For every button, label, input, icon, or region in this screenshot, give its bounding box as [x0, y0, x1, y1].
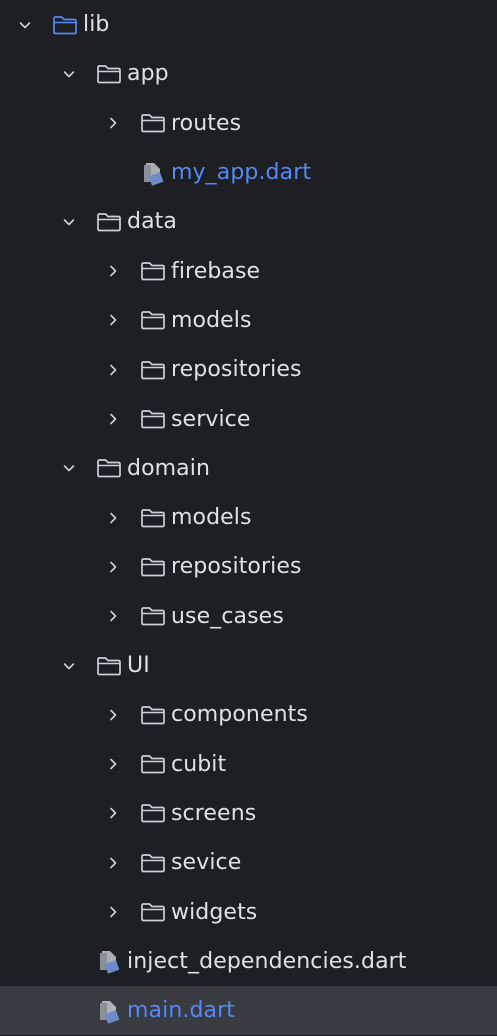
- folder-icon: [138, 355, 168, 385]
- tree-item-label: screens: [171, 800, 257, 826]
- tree-folder-row[interactable]: models: [0, 296, 497, 345]
- folder-icon: [138, 897, 168, 927]
- chevron-right-icon[interactable]: [102, 112, 124, 134]
- folder-icon: [138, 848, 168, 878]
- tree-folder-row[interactable]: cubit: [0, 740, 497, 789]
- folder-icon: [138, 601, 168, 631]
- tree-item-label: main.dart: [127, 998, 235, 1024]
- tree-item-label: inject_dependencies.dart: [127, 948, 407, 974]
- folder-icon: [138, 108, 168, 138]
- folder-icon: [138, 552, 168, 582]
- tree-folder-row[interactable]: repositories: [0, 542, 497, 591]
- chevron-right-icon[interactable]: [102, 260, 124, 282]
- tree-file-row[interactable]: main.dart: [0, 986, 497, 1036]
- tree-item-label: models: [171, 307, 252, 333]
- tree-item-label: cubit: [171, 751, 227, 777]
- folder-icon: [138, 305, 168, 335]
- tree-item-label: widgets: [171, 899, 258, 925]
- dart-file-icon: [94, 996, 124, 1026]
- tree-folder-row[interactable]: repositories: [0, 345, 497, 394]
- folder-icon: [138, 749, 168, 779]
- tree-folder-row[interactable]: domain: [0, 444, 497, 493]
- tree-folder-row[interactable]: routes: [0, 99, 497, 148]
- tree-folder-row[interactable]: components: [0, 690, 497, 739]
- chevron-right-icon[interactable]: [102, 556, 124, 578]
- tree-folder-row[interactable]: service: [0, 394, 497, 443]
- tree-folder-row[interactable]: app: [0, 49, 497, 98]
- chevron-down-icon[interactable]: [14, 14, 36, 36]
- tree-folder-row[interactable]: models: [0, 493, 497, 542]
- folder-icon: [94, 453, 124, 483]
- folder-icon: [94, 59, 124, 89]
- tree-item-label: models: [171, 505, 252, 531]
- tree-folder-row[interactable]: lib: [0, 0, 497, 49]
- tree-file-row[interactable]: my_app.dart: [0, 148, 497, 197]
- folder-icon: [138, 798, 168, 828]
- tree-folder-row[interactable]: firebase: [0, 247, 497, 296]
- chevron-right-icon[interactable]: [102, 852, 124, 874]
- tree-item-label: components: [171, 702, 308, 728]
- chevron-right-icon[interactable]: [102, 507, 124, 529]
- tree-folder-row[interactable]: widgets: [0, 887, 497, 936]
- chevron-right-icon[interactable]: [102, 901, 124, 923]
- chevron-down-icon[interactable]: [58, 211, 80, 233]
- chevron-down-icon[interactable]: [58, 63, 80, 85]
- tree-item-label: routes: [171, 110, 242, 136]
- tree-item-label: my_app.dart: [171, 160, 312, 186]
- tree-item-label: domain: [127, 455, 210, 481]
- folder-icon: [50, 10, 80, 40]
- tree-folder-row[interactable]: UI: [0, 641, 497, 690]
- folder-icon: [138, 256, 168, 286]
- tree-folder-row[interactable]: data: [0, 197, 497, 246]
- folder-icon: [94, 207, 124, 237]
- tree-item-label: firebase: [171, 258, 261, 284]
- folder-icon: [94, 651, 124, 681]
- folder-icon: [138, 503, 168, 533]
- dart-file-icon: [138, 158, 168, 188]
- tree-item-label: data: [127, 209, 177, 235]
- chevron-right-icon[interactable]: [102, 309, 124, 331]
- tree-folder-row[interactable]: sevice: [0, 838, 497, 887]
- chevron-down-icon[interactable]: [58, 457, 80, 479]
- chevron-right-icon[interactable]: [102, 802, 124, 824]
- chevron-right-icon[interactable]: [102, 753, 124, 775]
- tree-folder-row[interactable]: screens: [0, 789, 497, 838]
- chevron-right-icon[interactable]: [102, 359, 124, 381]
- tree-item-label: service: [171, 406, 251, 432]
- tree-item-label: app: [127, 61, 169, 87]
- tree-item-label: repositories: [171, 357, 302, 383]
- dart-file-icon: [94, 946, 124, 976]
- folder-icon: [138, 700, 168, 730]
- tree-file-row[interactable]: inject_dependencies.dart: [0, 937, 497, 986]
- chevron-right-icon[interactable]: [102, 605, 124, 627]
- tree-item-label: UI: [127, 653, 150, 679]
- chevron-right-icon[interactable]: [102, 704, 124, 726]
- project-tree: lib app routes my_app.dartdata firebase model…: [0, 0, 497, 1036]
- tree-item-label: use_cases: [171, 603, 284, 629]
- chevron-down-icon[interactable]: [58, 655, 80, 677]
- tree-item-label: lib: [83, 12, 110, 38]
- tree-folder-row[interactable]: use_cases: [0, 592, 497, 641]
- chevron-right-icon[interactable]: [102, 408, 124, 430]
- tree-item-label: sevice: [171, 850, 242, 876]
- folder-icon: [138, 404, 168, 434]
- tree-item-label: repositories: [171, 554, 302, 580]
